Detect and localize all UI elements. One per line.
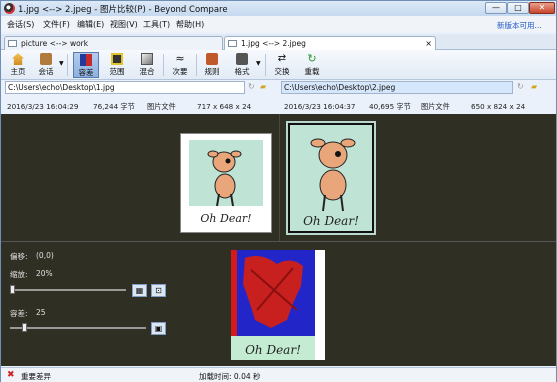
offset-label: 偏移: (10, 252, 28, 261)
toolbar: 主页 会话 ▼ 容差 范围 混合 ≈ 次要 规则 格式 ▼ ⇄ 交换 ↻ 重载 (1, 50, 556, 80)
pane-divider[interactable] (279, 114, 280, 241)
svg-text:Oh Dear!: Oh Dear! (245, 343, 301, 357)
home-icon (12, 53, 24, 65)
status-text: 重要差异 (21, 372, 51, 381)
format-icon (236, 53, 248, 65)
reload-icon: ↻ (307, 52, 317, 65)
toolbar-separator (67, 54, 68, 76)
image-compare-icon (228, 40, 237, 47)
next-button[interactable]: ≈ 次要 (167, 52, 193, 78)
difference-status-icon: ✖ (7, 370, 15, 380)
reload-button[interactable]: ↻ 重载 (299, 52, 325, 78)
range-button[interactable]: 范围 (104, 52, 130, 78)
file-info-row: 2016/3/23 16:04:29 76,244 字节 图片文件 717 x … (1, 102, 556, 113)
minimize-button[interactable]: — (485, 2, 507, 14)
tab-bar: picture <--> work 1.jpg <--> 2.jpeg × (1, 34, 556, 50)
status-bar: ✖ 重要差异 加载时间: 0.04 秒 (1, 367, 556, 382)
browse-folder-icon[interactable]: ▰ (260, 82, 271, 92)
history-dropdown-icon[interactable]: ↻ (517, 82, 528, 92)
rules-button[interactable]: 规则 (199, 52, 225, 78)
fit-window-button[interactable]: ▦ (132, 284, 147, 297)
session-dropdown-icon[interactable]: ▼ (59, 60, 64, 67)
right-size: 40,695 字节 (369, 102, 411, 111)
right-dimensions: 650 x 824 x 24 (471, 102, 526, 111)
format-button[interactable]: 格式 (229, 52, 255, 78)
format-dropdown-icon[interactable]: ▼ (256, 60, 261, 67)
tab-image-compare[interactable]: 1.jpg <--> 2.jpeg × (224, 36, 436, 50)
session-button[interactable]: 会话 (33, 52, 59, 78)
left-size: 76,244 字节 (93, 102, 135, 111)
folder-compare-icon (8, 40, 17, 47)
tolerance-button[interactable]: 容差 (73, 52, 99, 78)
menu-tools[interactable]: 工具(T) (143, 19, 170, 30)
browse-folder-icon[interactable]: ▰ (531, 82, 542, 92)
tolerance-slider-knob[interactable] (22, 323, 27, 332)
swap-icon: ⇄ (277, 53, 287, 64)
app-window: 1.jpg <--> 2.jpeg - 图片比较(P) - Beyond Com… (0, 0, 557, 382)
zoom-slider[interactable] (10, 289, 126, 291)
blend-button[interactable]: 混合 (134, 52, 160, 78)
range-icon (111, 53, 123, 65)
close-tab-icon[interactable]: × (425, 37, 432, 50)
menu-help[interactable]: 帮助(H) (176, 19, 204, 30)
path-row: C:\Users\echo\Desktop\1.jpg ↻ ▰ C:\Users… (1, 81, 556, 95)
toolbar-separator (163, 54, 164, 76)
tolerance-icon (80, 54, 92, 66)
difference-map-icon: Oh Dear! (231, 250, 325, 360)
difference-image: Oh Dear! (231, 250, 325, 360)
load-time: 加载时间: 0.04 秒 (199, 372, 261, 381)
tolerance-label: 容差: (10, 309, 28, 318)
tolerance-settings-button[interactable]: ▣ (151, 322, 166, 335)
new-version-link[interactable]: 新版本可用... (497, 20, 542, 31)
image-compare-pane: Oh Dear! Oh Dear! (1, 114, 556, 241)
svg-text:Oh Dear!: Oh Dear! (200, 212, 251, 225)
tab-label: picture <--> work (21, 39, 89, 48)
toolbar-separator (196, 54, 197, 76)
tolerance-value: 25 (36, 308, 46, 317)
left-dimensions: 717 x 648 x 24 (197, 102, 252, 111)
blend-icon (141, 53, 153, 65)
rules-icon (206, 53, 218, 65)
zoom-label: 缩放: (10, 270, 28, 279)
right-path-input[interactable]: C:\Users\echo\Desktop\2.jpeg (281, 81, 513, 94)
zoom-slider-knob[interactable] (10, 285, 15, 294)
tab-label: 1.jpg <--> 2.jpeg (241, 39, 306, 48)
app-logo-icon (4, 3, 15, 14)
left-type: 图片文件 (147, 102, 176, 111)
briefcase-icon (40, 53, 52, 65)
zoom-value: 20% (36, 269, 53, 278)
right-type: 图片文件 (421, 102, 450, 111)
right-date: 2016/3/23 16:04:37 (284, 102, 356, 111)
svg-text:Oh Dear!: Oh Dear! (303, 214, 359, 228)
left-date: 2016/3/23 16:04:29 (7, 102, 79, 111)
menu-view[interactable]: 视图(V) (110, 19, 138, 30)
approx-icon: ≈ (175, 52, 185, 65)
maximize-button[interactable]: □ (507, 2, 529, 14)
offset-value: (0,0) (36, 251, 54, 260)
toolbar-separator (265, 54, 266, 76)
close-button[interactable]: ✕ (529, 2, 555, 14)
difference-pane: 偏移: (0,0) 缩放: 20% ▦ ⊡ 容差: 25 ▣ Oh Dear! (1, 241, 556, 366)
swap-button[interactable]: ⇄ 交换 (269, 52, 295, 78)
left-image: Oh Dear! (180, 133, 272, 233)
menu-file[interactable]: 文件(F) (43, 19, 70, 30)
deer-illustration-icon: Oh Dear! (290, 125, 372, 231)
actual-size-button[interactable]: ⊡ (151, 284, 166, 297)
menu-bar: 会话(S) 文件(F) 编辑(E) 视图(V) 工具(T) 帮助(H) 新版本可… (1, 16, 556, 32)
window-title: 1.jpg <--> 2.jpeg - 图片比较(P) - Beyond Com… (18, 5, 228, 15)
menu-edit[interactable]: 编辑(E) (77, 19, 104, 30)
tolerance-slider[interactable] (10, 327, 146, 329)
right-image: Oh Dear! (286, 121, 376, 235)
tab-picture-work[interactable]: picture <--> work (4, 36, 223, 50)
deer-illustration-icon: Oh Dear! (189, 140, 263, 225)
history-dropdown-icon[interactable]: ↻ (248, 82, 259, 92)
menu-session[interactable]: 会话(S) (7, 19, 34, 30)
home-button[interactable]: 主页 (5, 52, 31, 78)
title-bar: 1.jpg <--> 2.jpeg - 图片比较(P) - Beyond Com… (1, 1, 556, 16)
left-path-input[interactable]: C:\Users\echo\Desktop\1.jpg (5, 81, 245, 94)
